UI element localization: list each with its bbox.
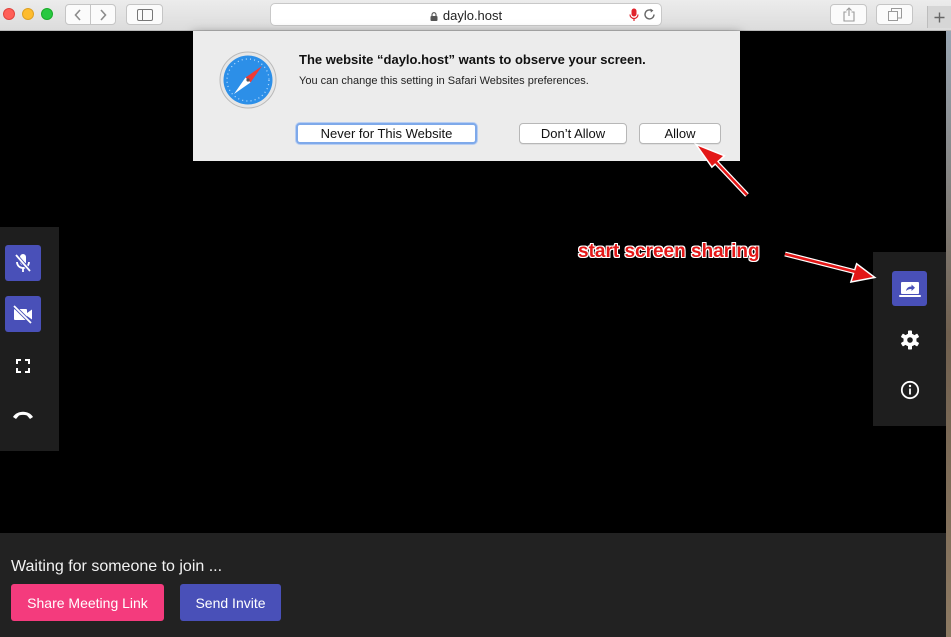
- history-nav: [65, 4, 116, 25]
- screen: daylo.host The website “daylo.host” want…: [0, 0, 951, 637]
- send-invite-button[interactable]: Send Invite: [180, 584, 281, 621]
- tabs-icon: [887, 8, 902, 21]
- allow-button[interactable]: Allow: [639, 123, 721, 144]
- window-zoom-button[interactable]: [41, 8, 53, 20]
- sidebar-icon: [136, 8, 153, 21]
- toggle-camera-button[interactable]: [5, 296, 41, 332]
- safari-compass-icon: [219, 51, 277, 109]
- dialog-title: The website “daylo.host” wants to observ…: [299, 52, 646, 67]
- hang-up-button[interactable]: [5, 397, 41, 433]
- forward-button[interactable]: [90, 5, 115, 24]
- screen-sharing-permission-dialog: The website “daylo.host” wants to observ…: [193, 31, 740, 161]
- never-for-this-website-button[interactable]: Never for This Website: [296, 123, 477, 144]
- window-close-button[interactable]: [3, 8, 15, 20]
- forward-icon: [100, 8, 107, 21]
- screen-share-button[interactable]: [892, 271, 927, 306]
- sidebar-button[interactable]: [126, 4, 163, 25]
- microphone-off-icon: [14, 253, 32, 273]
- share-icon: [842, 7, 855, 22]
- meeting-tools-panel: [873, 252, 946, 426]
- dialog-message: You can change this setting in Safari We…: [299, 75, 589, 87]
- call-controls-panel: [0, 227, 59, 451]
- hang-up-icon: [13, 411, 33, 419]
- share-button[interactable]: [830, 4, 867, 25]
- window-minimize-button[interactable]: [22, 8, 34, 20]
- lock-icon: [430, 12, 438, 21]
- address-bar[interactable]: daylo.host: [270, 3, 662, 26]
- tab-overview-button[interactable]: [876, 4, 913, 25]
- back-icon: [74, 8, 81, 21]
- annotation-label: start screen sharing: [578, 241, 760, 262]
- screen-share-icon: [898, 281, 921, 297]
- info-button[interactable]: [892, 372, 927, 407]
- mute-microphone-button[interactable]: [5, 245, 41, 281]
- browser-toolbar: daylo.host: [0, 0, 951, 31]
- share-meeting-link-button[interactable]: Share Meeting Link: [11, 584, 164, 621]
- fullscreen-button[interactable]: [5, 348, 41, 384]
- microphone-icon[interactable]: [629, 8, 639, 22]
- waiting-status-text: Waiting for someone to join ...: [11, 558, 223, 575]
- arrow-to-screen-share-button: [784, 251, 877, 283]
- url-display: daylo.host: [271, 8, 661, 23]
- new-tab-button[interactable]: [927, 6, 951, 28]
- dont-allow-button[interactable]: Don’t Allow: [519, 123, 627, 144]
- back-button[interactable]: [66, 5, 90, 24]
- url-text: daylo.host: [442, 8, 503, 23]
- settings-icon: [900, 330, 919, 349]
- reload-icon[interactable]: [643, 8, 656, 21]
- info-icon: [900, 380, 919, 399]
- video-off-icon: [12, 304, 33, 324]
- desktop-background-edge: [946, 31, 951, 637]
- plus-icon: [934, 12, 945, 22]
- settings-button[interactable]: [892, 322, 927, 357]
- meeting-status-bar: Waiting for someone to join ... Share Me…: [0, 533, 946, 637]
- fullscreen-icon: [16, 359, 30, 373]
